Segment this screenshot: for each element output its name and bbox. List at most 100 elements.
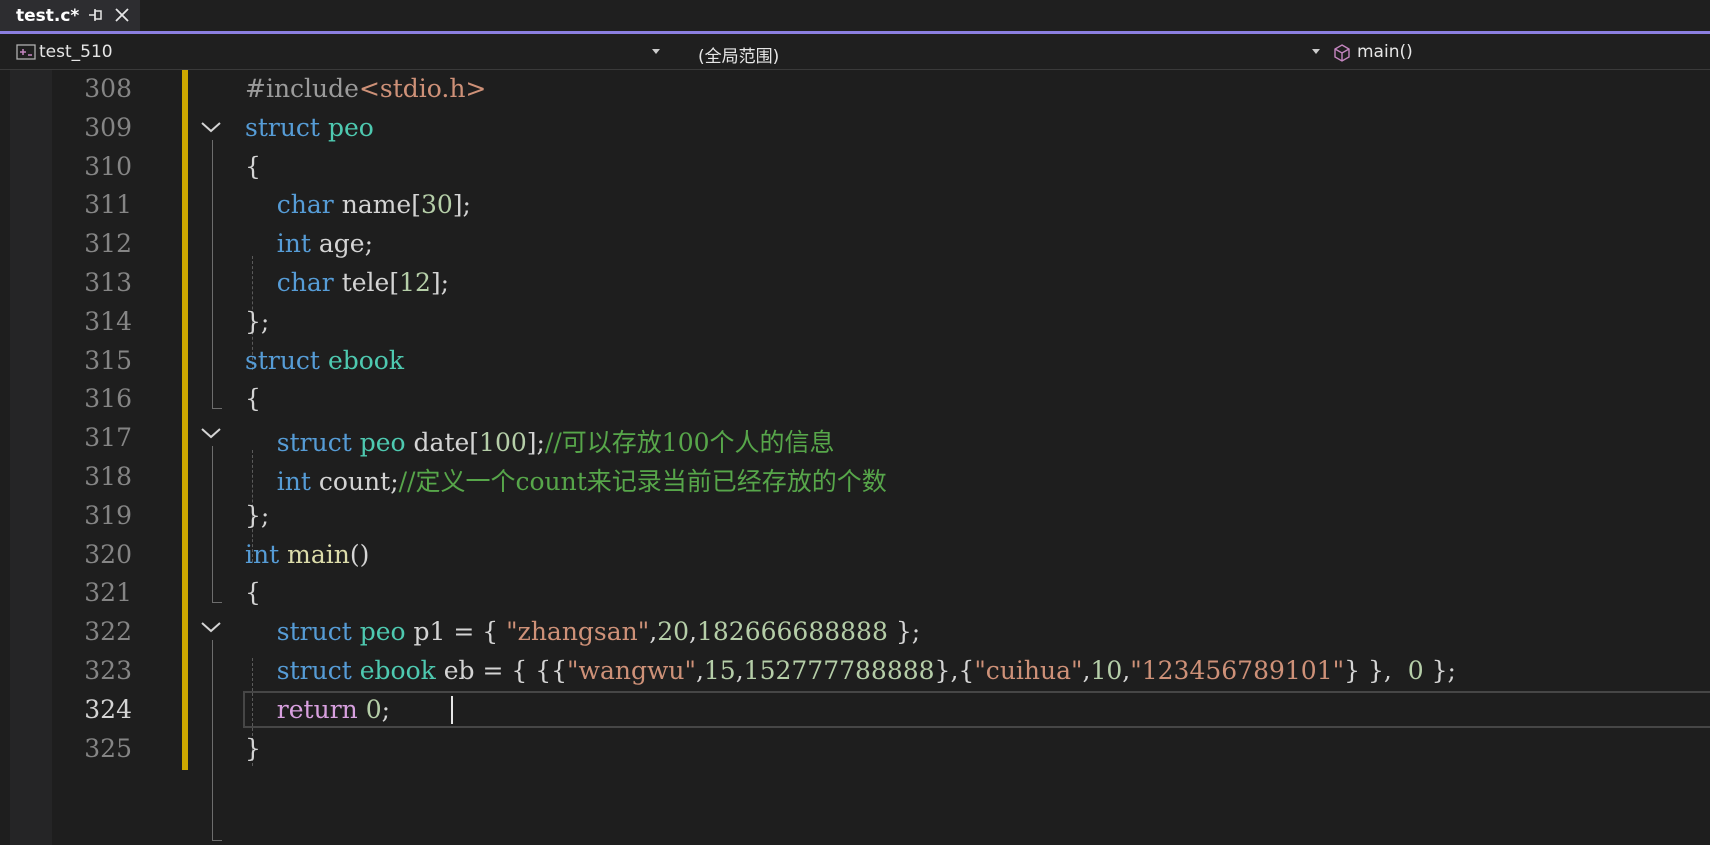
code-line[interactable]: 314}; [0, 303, 1710, 342]
project-dropdown[interactable]: test_510 [10, 38, 662, 64]
code-token: peo [359, 428, 406, 458]
code-token: ebook [359, 656, 436, 685]
scope-dropdown[interactable]: (全局范围) [668, 38, 1322, 67]
code-text: struct peo date[100];//可以存放100个人的信息 [245, 423, 835, 459]
navigation-bar: test_510 (全局范围) main() [0, 34, 1710, 70]
line-number: 313 [84, 268, 132, 297]
code-token: },{ [934, 656, 975, 685]
code-token: char [276, 190, 334, 220]
code-text: struct peo [245, 113, 374, 142]
code-text: char tele[12]; [245, 268, 449, 297]
code-line[interactable]: 317 struct peo date[100];//可以存放100个人的信息 [0, 419, 1710, 458]
code-token: "cuihua" [974, 656, 1083, 685]
code-line[interactable]: 318 int count;//定义一个count来记录当前已经存放的个数 [0, 458, 1710, 497]
document-tab-strip: test.c* [0, 0, 1710, 34]
line-number: 309 [84, 112, 132, 142]
code-token: 12 [399, 268, 431, 297]
line-number: 318 [84, 462, 132, 491]
code-token: }; [1423, 656, 1456, 685]
code-text: }; [245, 501, 269, 530]
pin-icon[interactable] [88, 8, 104, 22]
code-token: struct [276, 656, 352, 685]
code-line[interactable]: 315 struct ebook [0, 342, 1710, 381]
code-line[interactable]: 316 { [0, 380, 1710, 419]
code-token: "123456789101" [1130, 656, 1345, 685]
close-icon[interactable] [115, 8, 129, 22]
code-line[interactable]: 319}; [0, 497, 1710, 536]
line-number: 324 [84, 694, 132, 724]
code-token: () [349, 539, 370, 569]
code-text: struct peo p1 = { "zhangsan",20,18266668… [245, 617, 920, 646]
line-number: 325 [84, 733, 132, 763]
line-number: 311 [84, 190, 132, 220]
code-token: struct [276, 617, 352, 647]
code-token: 0 [1407, 656, 1424, 685]
line-number: 320 [84, 539, 132, 569]
code-text: int main() [245, 540, 369, 569]
code-token: //定义一个count来记录当前已经存放的个数 [398, 467, 887, 496]
line-number: 312 [84, 229, 132, 259]
chevron-down-icon [652, 49, 660, 54]
code-token: 10 [1090, 656, 1123, 685]
code-token: return [276, 694, 358, 724]
code-token: name[ [333, 190, 421, 220]
code-token: p1 = { [405, 617, 507, 647]
code-editor[interactable]: 308 #include<stdio.h> 309 struct peo 310 {311… [0, 70, 1710, 845]
code-token: 182666688888 [697, 617, 888, 647]
code-line[interactable]: 313 char tele[12]; [0, 264, 1710, 303]
project-label: test_510 [39, 42, 113, 62]
code-line[interactable]: 323 struct ebook eb = { {{"wangwu",15,15… [0, 652, 1710, 691]
line-number: 323 [84, 656, 132, 685]
code-text: return 0; [245, 695, 390, 724]
code-token: peo [359, 617, 406, 647]
code-text: char name[30]; [245, 190, 471, 219]
code-token: int [276, 229, 311, 259]
code-text: { [245, 152, 261, 181]
code-line[interactable]: 325} [0, 730, 1710, 769]
code-token: peo [327, 112, 374, 142]
line-number: 314 [84, 306, 132, 336]
code-text: { [245, 384, 261, 413]
code-line[interactable]: 310 { [0, 148, 1710, 187]
cube-icon [1334, 44, 1350, 62]
code-line[interactable]: 324 return 0; [0, 691, 1710, 730]
function-dropdown[interactable]: main() [1326, 38, 1710, 64]
code-line[interactable]: 322 struct peo p1 = { "zhangsan",20,1826… [0, 613, 1710, 652]
line-number: 317 [84, 423, 132, 453]
code-token: , [735, 656, 744, 685]
code-token: struct [245, 112, 320, 142]
code-token: date[ [405, 428, 480, 458]
code-line[interactable]: 312 int age; [0, 225, 1710, 264]
tab-test-c[interactable]: test.c* [0, 0, 140, 31]
code-token: eb = { {{ [435, 656, 568, 685]
code-text: struct ebook [245, 346, 404, 375]
code-token: 100 [479, 428, 527, 458]
code-token: ]; [430, 268, 450, 297]
code-line[interactable]: 309 struct peo [0, 109, 1710, 148]
code-line[interactable]: 320 int main() [0, 536, 1710, 575]
code-line[interactable]: 311 char name[30]; [0, 186, 1710, 225]
code-token: //可以存放100个人的信息 [544, 428, 835, 458]
function-label: main() [1357, 42, 1413, 62]
code-token: ; [381, 694, 391, 724]
code-token: #include [245, 74, 359, 103]
chevron-down-icon [1312, 49, 1320, 54]
code-text: struct ebook eb = { {{"wangwu",15,152777… [245, 656, 1456, 685]
code-token: ]; [452, 190, 471, 220]
code-line[interactable]: 321 { [0, 574, 1710, 613]
code-token: 15 [703, 656, 736, 685]
code-token: tele[ [333, 268, 400, 297]
code-token: 30 [420, 190, 453, 220]
line-number: 308 [84, 74, 132, 103]
line-number: 319 [84, 500, 132, 530]
code-token: } }, [1344, 656, 1408, 685]
code-line[interactable]: 308 #include<stdio.h> [0, 70, 1710, 109]
code-token: }; [245, 500, 270, 530]
